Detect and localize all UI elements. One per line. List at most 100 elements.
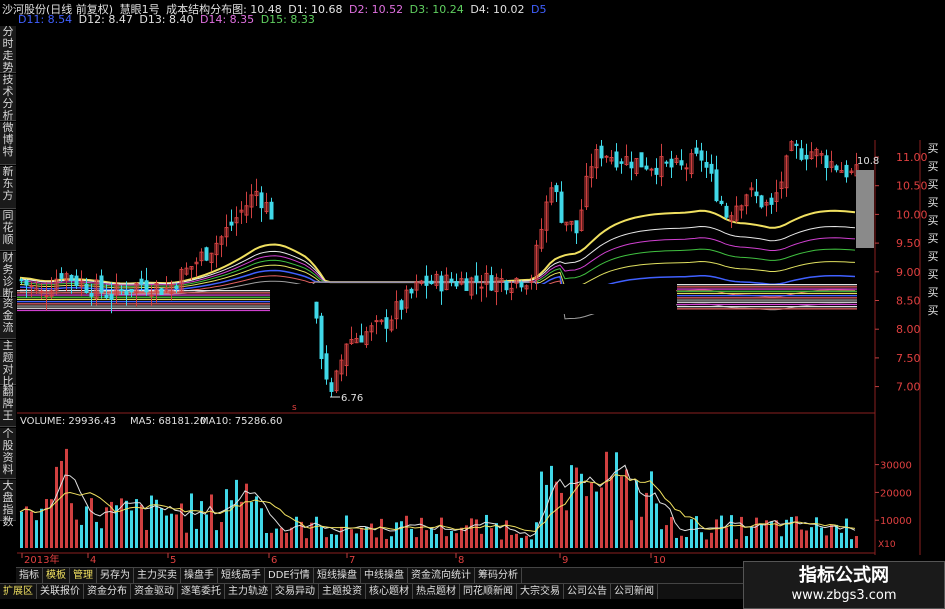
bottom-tab-bottom_tabs_row1-1[interactable]: 模板: [43, 568, 70, 583]
volume-bar: [680, 535, 683, 548]
bottom-tab-bottom_tabs_row2-13[interactable]: 公司新闻: [611, 584, 658, 599]
volume-bar: [640, 516, 643, 548]
candle-body: [824, 155, 829, 169]
volume-bar: [205, 514, 208, 548]
bottom-tab-bottom_tabs_row1-7[interactable]: DDE行情: [265, 568, 314, 583]
time-tick-label: 6: [271, 555, 277, 566]
candle-body: [374, 320, 379, 323]
time-tick-label: 2013年: [24, 553, 59, 566]
volume-bar: [570, 465, 573, 548]
volume-bar: [395, 522, 398, 548]
bottom-tab-bottom_tabs_row1-2[interactable]: 管理: [70, 568, 97, 583]
bottom-tab-bottom_tabs_row2-7[interactable]: 主题投资: [319, 584, 366, 599]
bottom-tab-bottom_tabs_row2-2[interactable]: 资金分布: [84, 584, 131, 599]
bottom-tab-bottom_tabs_row1-8[interactable]: 短线操盘: [314, 568, 361, 583]
volume-bar: [800, 529, 803, 548]
bottom-tab-bottom_tabs_row1-0[interactable]: 指标: [16, 568, 43, 583]
volume-bar: [270, 532, 273, 548]
volume-bar: [190, 493, 193, 548]
cost-chip-right: [677, 308, 857, 310]
volume-bar: [380, 518, 383, 548]
volume-bar: [135, 499, 138, 548]
candle-body: [39, 290, 44, 293]
candle-body: [229, 221, 234, 226]
cost-chip-right: [677, 295, 857, 297]
buy-label: 买: [927, 142, 939, 155]
volume-label: VOLUME: 29936.43: [20, 416, 116, 427]
price-tick-label: 8.00: [896, 323, 921, 336]
buy-label: 买: [927, 304, 939, 317]
bottom-tab-bottom_tabs_row1-4[interactable]: 主力买卖: [134, 568, 181, 583]
volume-bar: [750, 526, 753, 548]
candle-body: [59, 273, 64, 279]
bottom-tab-bottom_tabs_row2-1[interactable]: 关联报价: [37, 584, 84, 599]
volume-bar: [30, 511, 33, 548]
candle-body: [604, 155, 609, 158]
volume-bar: [805, 530, 808, 548]
period-marker: s: [292, 403, 297, 413]
volume-bar: [105, 507, 108, 548]
candle-body: [124, 290, 129, 296]
candle-body: [719, 200, 724, 205]
bottom-tab-bottom_tabs_row2-6[interactable]: 交易异动: [272, 584, 319, 599]
candle-body: [44, 295, 49, 298]
buy-label: 买: [927, 196, 939, 209]
candle-body: [144, 280, 149, 293]
bottom-tab-bottom_tabs_row1-11[interactable]: 筹码分析: [475, 568, 522, 583]
cost-chip-left: [17, 309, 270, 312]
volume-bar: [150, 495, 153, 548]
volume-bar: [590, 482, 593, 548]
volume-bar: [360, 527, 363, 548]
volume-bar: [515, 533, 518, 548]
candle-body: [694, 147, 699, 154]
volume-bar: [735, 539, 738, 548]
candle-body: [574, 220, 579, 234]
volume-bar: [260, 508, 263, 548]
candle-body: [629, 161, 634, 169]
volume-bar: [45, 499, 48, 548]
volume-bar: [170, 513, 173, 548]
candle-body: [804, 154, 809, 160]
time-tick-label: 9: [562, 555, 568, 566]
bottom-tab-bottom_tabs_row2-10[interactable]: 同花顺新闻: [460, 584, 517, 599]
candle-body: [669, 158, 674, 168]
bottom-tab-bottom_tabs_row1-9[interactable]: 中线操盘: [361, 568, 408, 583]
kline-chart[interactable]: 11.0010.5010.009.509.008.508.007.507.003…: [0, 0, 945, 609]
volume-bar: [495, 523, 498, 548]
bottom-tab-bottom_tabs_row2-11[interactable]: 大宗交易: [517, 584, 564, 599]
bottom-tab-bottom_tabs_row2-3[interactable]: 资金驱动: [131, 584, 178, 599]
vol-tick-label: 20000: [880, 488, 912, 499]
price-tick-label: 8.50: [896, 295, 921, 308]
bottom-tab-bottom_tabs_row2-0[interactable]: 扩展区: [0, 584, 37, 599]
bottom-tab-bottom_tabs_row2-9[interactable]: 热点题材: [413, 584, 460, 599]
volume-bar: [375, 537, 378, 548]
volume-bar: [125, 500, 128, 548]
volume-bar: [255, 496, 258, 548]
volume-bar: [580, 473, 583, 548]
candle-body: [769, 197, 774, 205]
volume-bar: [595, 491, 598, 548]
bottom-tab-bottom_tabs_row2-5[interactable]: 主力轨迹: [225, 584, 272, 599]
volume-bar: [415, 537, 418, 548]
candle-body: [599, 145, 604, 159]
candle-body: [29, 285, 34, 288]
volume-bar: [710, 532, 713, 548]
volume-bar: [815, 517, 818, 548]
bottom-tab-bottom_tabs_row2-4[interactable]: 逐笔委托: [178, 584, 225, 599]
candle-body: [519, 281, 524, 288]
volume-bar: [610, 476, 613, 548]
volume-bar: [745, 536, 748, 548]
bottom-tab-bottom_tabs_row1-3[interactable]: 另存为: [97, 568, 134, 583]
bottom-tab-bottom_tabs_row2-8[interactable]: 核心题材: [366, 584, 413, 599]
bottom-tab-bottom_tabs_row1-6[interactable]: 短线高手: [218, 568, 265, 583]
volume-bar: [345, 515, 348, 548]
volume-bar: [355, 533, 358, 548]
bottom-tab-bottom_tabs_row2-12[interactable]: 公司公告: [564, 584, 611, 599]
volume-bar: [810, 527, 813, 548]
bottom-tab-bottom_tabs_row1-5[interactable]: 操盘手: [181, 568, 218, 583]
volume-bar: [280, 527, 283, 548]
volume-bar: [780, 536, 783, 548]
bottom-tab-bottom_tabs_row1-10[interactable]: 资金流向统计: [408, 568, 475, 583]
volume-bar: [20, 511, 23, 548]
candle-body: [449, 278, 454, 283]
